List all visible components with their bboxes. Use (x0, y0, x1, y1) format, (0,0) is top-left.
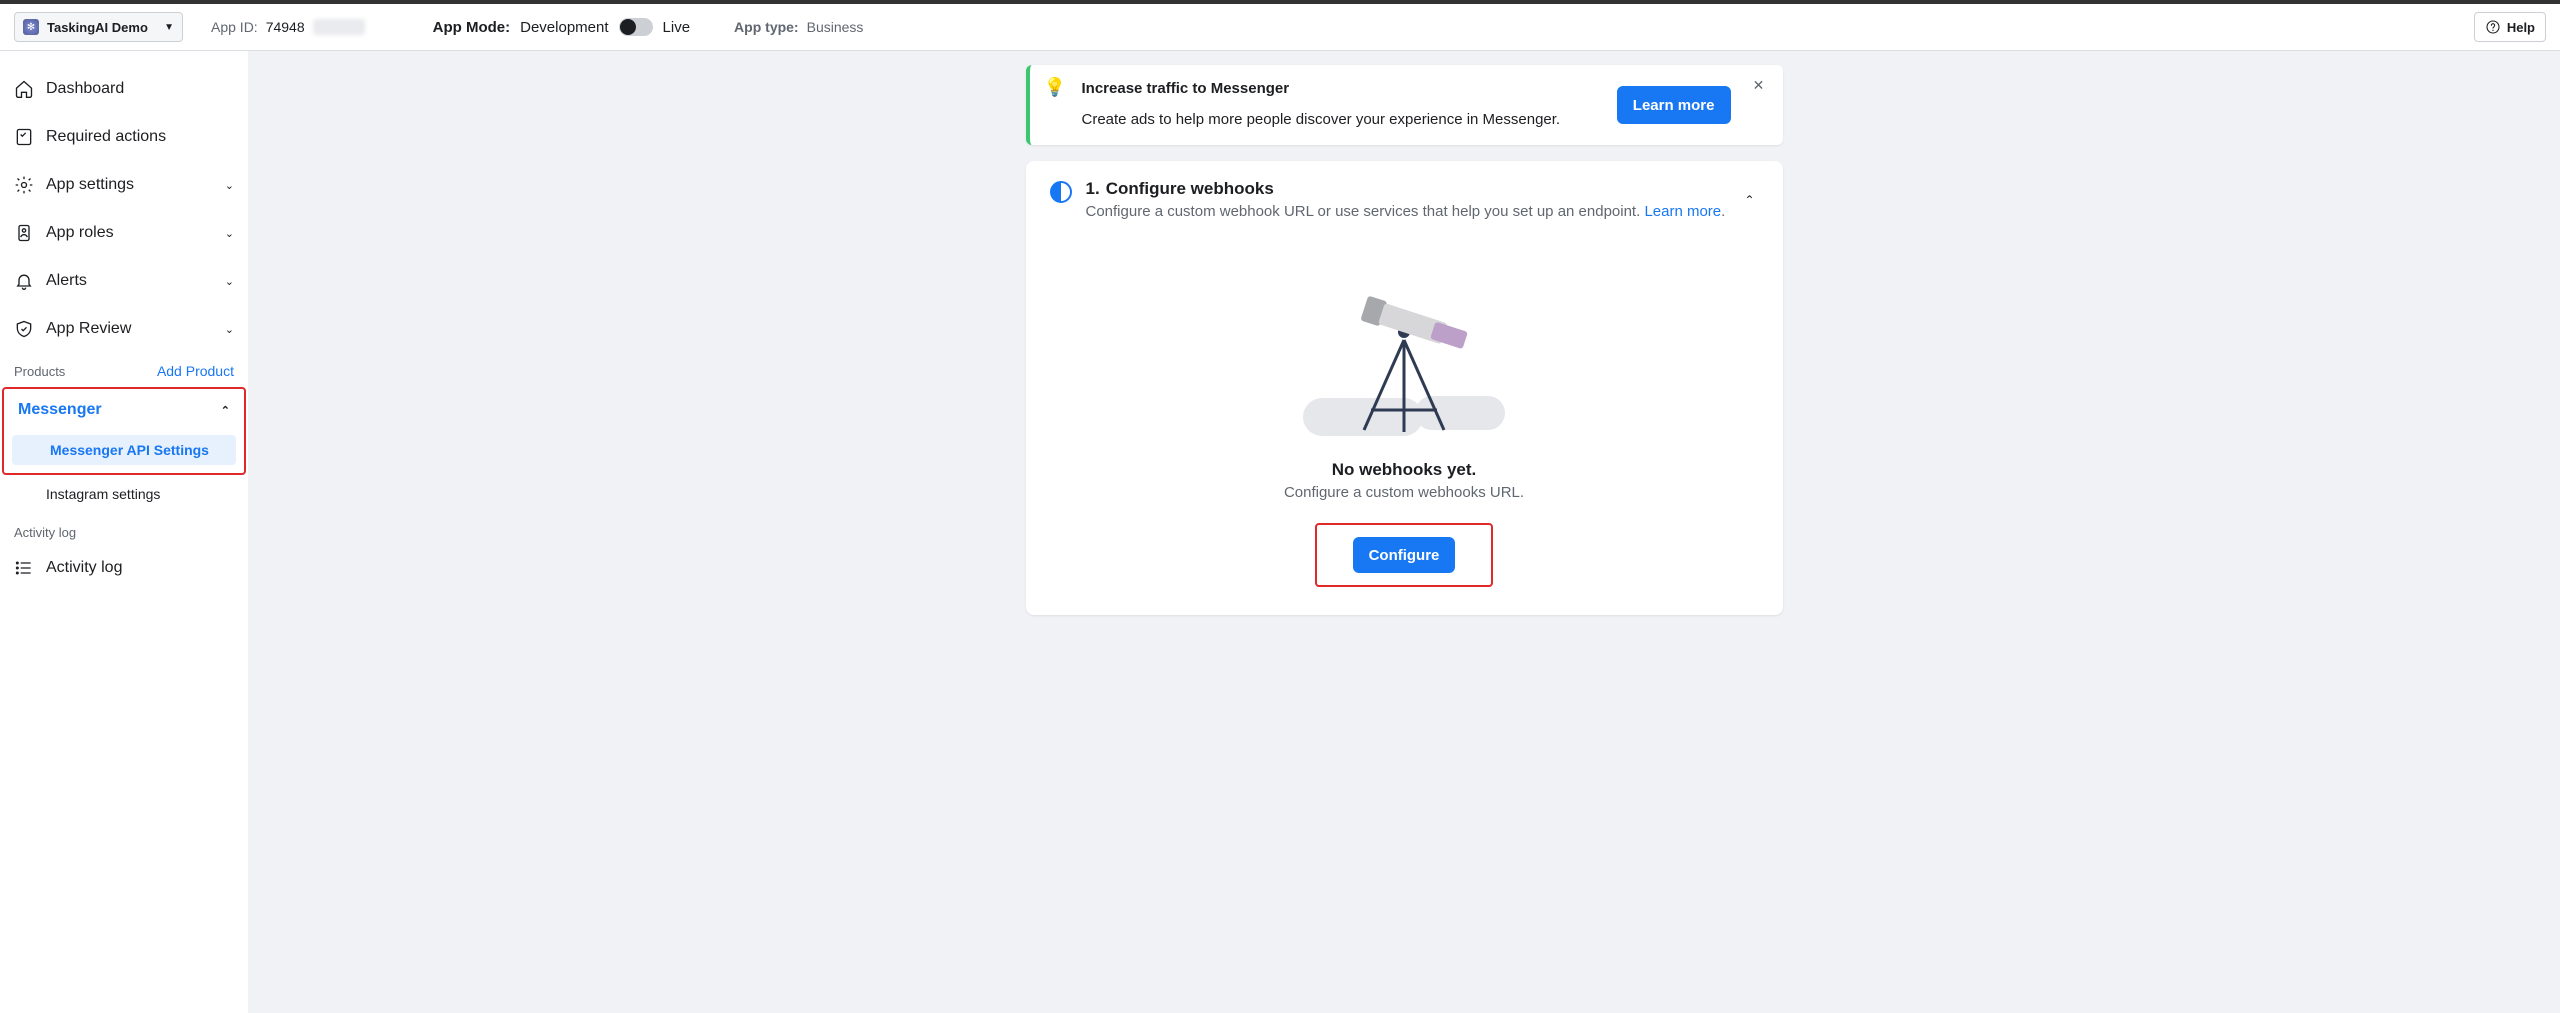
sidebar: Dashboard Required actions App settings … (0, 51, 248, 1013)
sidebar-product-messenger[interactable]: Messenger ⌃ (4, 389, 244, 431)
app-id-block: App ID: 74948 (211, 19, 365, 35)
gear-icon (14, 175, 34, 195)
webhooks-desc-text: Configure a custom webhook URL or use se… (1086, 203, 1645, 220)
app-mode-label: App Mode: (433, 19, 510, 36)
add-product-link[interactable]: Add Product (157, 363, 234, 379)
app-type-value: Business (807, 19, 864, 35)
sidebar-sub-instagram-settings[interactable]: Instagram settings (8, 479, 240, 509)
sidebar-sub-label: Instagram settings (46, 486, 160, 502)
sidebar-item-app-roles[interactable]: App roles ⌄ (0, 209, 248, 257)
bell-icon (14, 271, 34, 291)
step-number: 1. (1086, 179, 1100, 199)
app-brand-icon: ✻ (23, 19, 39, 35)
chevron-down-icon: ⌄ (225, 275, 234, 288)
sidebar-product-label: Messenger (18, 401, 102, 419)
lightbulb-icon: 💡 (1044, 77, 1066, 98)
sidebar-item-dashboard[interactable]: Dashboard (0, 65, 248, 113)
sidebar-item-label: Alerts (46, 272, 213, 290)
step-progress-icon (1050, 181, 1072, 203)
sidebar-item-app-settings[interactable]: App settings ⌄ (0, 161, 248, 209)
list-icon (14, 558, 34, 578)
app-id-masked (313, 19, 365, 35)
app-header: ✻ TaskingAI Demo ▼ App ID: 74948 App Mod… (0, 4, 2560, 51)
shield-check-icon (14, 319, 34, 339)
collapse-section-icon[interactable]: ⌃ (1740, 189, 1758, 211)
banner-title: Increase traffic to Messenger (1082, 80, 1593, 97)
sidebar-item-label: Dashboard (46, 80, 234, 98)
main-content: 💡 Increase traffic to Messenger Create a… (248, 51, 2560, 1013)
chevron-down-icon: ▼ (164, 22, 174, 33)
telescope-illustration (1309, 270, 1499, 440)
app-mode-block: App Mode: Development Live (433, 18, 690, 36)
banner-learn-more-button[interactable]: Learn more (1617, 86, 1731, 124)
sidebar-sub-messenger-api[interactable]: Messenger API Settings (12, 435, 236, 465)
sidebar-item-label: App roles (46, 224, 213, 242)
sidebar-item-label: Required actions (46, 128, 234, 146)
sidebar-messenger-highlight: Messenger ⌃ Messenger API Settings (2, 387, 246, 475)
sidebar-item-alerts[interactable]: Alerts ⌄ (0, 257, 248, 305)
sidebar-item-label: App settings (46, 176, 213, 194)
sidebar-item-app-review[interactable]: App Review ⌄ (0, 305, 248, 353)
sidebar-item-required-actions[interactable]: Required actions (0, 113, 248, 161)
step-title-text: Configure webhooks (1106, 179, 1274, 199)
banner-cta-label: Learn more (1633, 97, 1715, 114)
empty-title: No webhooks yet. (1332, 460, 1477, 480)
app-id-label: App ID: (211, 19, 258, 35)
webhooks-empty-state: No webhooks yet. Configure a custom webh… (1050, 270, 1759, 587)
app-selector[interactable]: ✻ TaskingAI Demo ▼ (14, 12, 183, 42)
app-mode-toggle[interactable] (619, 18, 653, 36)
configure-button-label: Configure (1369, 547, 1440, 564)
chevron-up-icon: ⌃ (221, 404, 230, 417)
app-id-value: 74948 (266, 19, 305, 35)
sidebar-section-label: Products (14, 364, 65, 379)
checklist-icon (14, 127, 34, 147)
app-mode-dev: Development (520, 19, 608, 36)
app-type-label: App type: (734, 19, 799, 35)
banner-subtitle: Create ads to help more people discover … (1082, 111, 1593, 128)
app-mode-live: Live (663, 19, 691, 36)
sidebar-products-header: Products Add Product (0, 353, 248, 387)
home-icon (14, 79, 34, 99)
roles-icon (14, 223, 34, 243)
close-icon[interactable]: ✕ (1749, 75, 1769, 95)
webhooks-learn-more-link[interactable]: Learn more (1644, 203, 1721, 220)
help-button[interactable]: Help (2474, 12, 2546, 42)
sidebar-sub-label: Messenger API Settings (50, 442, 209, 458)
app-selector-name: TaskingAI Demo (47, 20, 156, 35)
chevron-down-icon: ⌄ (225, 323, 234, 336)
traffic-banner: 💡 Increase traffic to Messenger Create a… (1026, 65, 1783, 145)
help-icon (2485, 19, 2501, 35)
configure-highlight: Configure (1315, 523, 1494, 587)
webhooks-card: 1. Configure webhooks Configure a custom… (1026, 161, 1783, 615)
chevron-down-icon: ⌄ (225, 227, 234, 240)
app-type-block: App type: Business (734, 19, 863, 35)
sidebar-item-label: Activity log (46, 559, 234, 577)
sidebar-item-label: App Review (46, 320, 213, 338)
empty-subtitle: Configure a custom webhooks URL. (1284, 484, 1524, 501)
chevron-down-icon: ⌄ (225, 179, 234, 192)
sidebar-item-activity-log[interactable]: Activity log (0, 544, 248, 592)
configure-button[interactable]: Configure (1353, 537, 1456, 573)
help-button-label: Help (2507, 20, 2535, 35)
webhooks-title: 1. Configure webhooks (1086, 179, 1727, 199)
webhooks-desc: Configure a custom webhook URL or use se… (1086, 203, 1727, 220)
sidebar-activity-heading: Activity log (0, 513, 248, 544)
